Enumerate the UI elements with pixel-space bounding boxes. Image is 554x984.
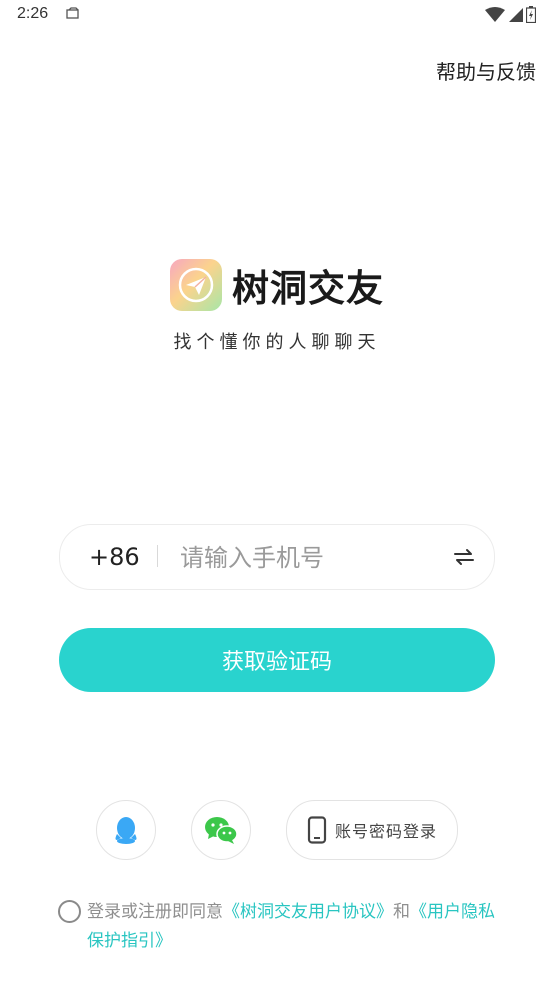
phone-input-box: +86	[59, 524, 495, 590]
phone-input[interactable]	[178, 535, 432, 581]
agreement-section: 登录或注册即同意《树洞交友用户协议》和《用户隐私保护指引》	[58, 898, 498, 956]
battery-icon	[526, 6, 536, 23]
qq-icon	[115, 817, 137, 844]
wechat-icon	[205, 817, 238, 844]
phone-icon	[307, 816, 327, 844]
status-time: 2:26	[17, 5, 49, 22]
agreement-prefix: 登录或注册即同意	[87, 902, 223, 922]
password-login-button[interactable]: 账号密码登录	[286, 800, 458, 860]
wifi-icon	[485, 6, 505, 22]
swap-icon[interactable]	[452, 545, 476, 569]
wechat-login-button[interactable]	[191, 800, 251, 860]
agreement-and: 和	[393, 902, 410, 922]
agreement-text: 登录或注册即同意《树洞交友用户协议》和《用户隐私保护指引》	[58, 898, 498, 956]
paper-plane-icon	[178, 267, 214, 303]
password-login-label: 账号密码登录	[334, 822, 437, 841]
status-bar: 2:26	[0, 0, 554, 30]
input-divider	[157, 545, 158, 567]
app-slogan: 找个懂你的人聊聊天	[173, 332, 381, 353]
status-icons	[485, 6, 536, 23]
help-feedback-link[interactable]: 帮助与反馈	[436, 56, 536, 85]
signal-icon	[509, 7, 523, 22]
app-logo	[170, 259, 222, 311]
qq-login-button[interactable]	[96, 800, 156, 860]
get-code-button[interactable]: 获取验证码	[59, 628, 495, 692]
agreement-checkbox[interactable]	[58, 900, 81, 923]
notification-icon	[66, 7, 79, 19]
user-agreement-link[interactable]: 《树洞交友用户协议》	[223, 902, 393, 922]
country-code-selector[interactable]: +86	[89, 543, 140, 571]
brand-header: 树洞交友	[170, 258, 384, 312]
app-name: 树洞交友	[232, 267, 384, 310]
